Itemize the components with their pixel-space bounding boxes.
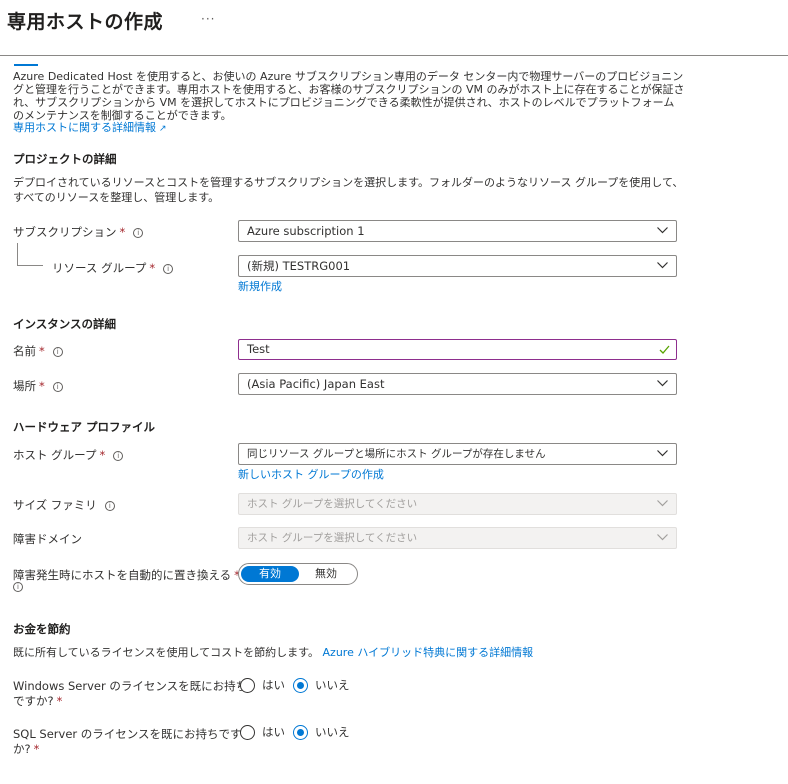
location-value: (Asia Pacific) Japan East [247, 377, 385, 391]
required-marker: * [33, 742, 40, 756]
info-icon: i [52, 347, 63, 357]
required-marker: * [56, 694, 63, 708]
tree-connector [17, 265, 43, 266]
save-money-description: 既に所有しているライセンスを使用してコストを節約します。 Azure ハイブリッ… [13, 646, 534, 659]
size-family-placeholder: ホスト グループを選択してください [247, 498, 418, 510]
subscription-value: Azure subscription 1 [247, 224, 365, 238]
project-details-description: デプロイされているリソースとコストを管理するサブスクリプションを選択します。フォ… [13, 176, 684, 204]
header-divider [0, 55, 788, 56]
external-link-icon: ↗ [159, 124, 167, 134]
required-marker: * [99, 448, 106, 462]
size-family-label: サイズ ファミリ i [13, 497, 115, 513]
windows-license-no-radio[interactable]: いいえ [293, 678, 353, 694]
toggle-disabled-option[interactable]: 無効 [297, 566, 355, 582]
chevron-down-icon [657, 262, 668, 269]
auto-replace-toggle[interactable]: 有効 無効 [238, 563, 358, 585]
create-host-group-link[interactable]: 新しいホスト グループの作成 [238, 466, 384, 482]
create-new-resource-group-link[interactable]: 新規作成 [238, 278, 282, 294]
location-dropdown[interactable]: (Asia Pacific) Japan East [238, 373, 677, 395]
fault-domain-placeholder: ホスト グループを選択してください [247, 532, 418, 544]
page-title: 専用ホストの作成 [7, 11, 164, 33]
info-icon: i [52, 382, 63, 392]
auto-replace-label: 障害発生時にホストを自動的に置き換える * [13, 568, 240, 582]
info-icon: i [133, 228, 144, 238]
sql-license-label: SQL Server のライセンスを既にお持ちです か? * [13, 727, 242, 756]
toggle-enabled-option[interactable]: 有効 [241, 566, 299, 582]
save-money-title: お金を節約 [13, 622, 71, 636]
info-icon: i [104, 501, 115, 511]
tree-connector [17, 243, 18, 265]
name-input[interactable]: Test [238, 339, 677, 360]
required-marker: * [149, 261, 156, 275]
radio-circle [240, 725, 255, 740]
name-label: 名前 * i [13, 343, 63, 359]
chevron-down-icon [657, 500, 668, 507]
required-marker: * [39, 344, 45, 358]
radio-circle-checked [293, 678, 308, 693]
radio-circle [240, 678, 255, 693]
fault-domain-label: 障害ドメイン [13, 532, 82, 546]
hybrid-benefit-link[interactable]: Azure ハイブリッド特典に関する詳細情報 [323, 646, 534, 659]
host-group-value: 同じリソース グループと場所にホスト グループが存在しません [247, 448, 546, 460]
info-icon: i [13, 582, 23, 592]
resource-group-dropdown[interactable]: (新規) TESTRG001 [238, 255, 677, 277]
subscription-dropdown[interactable]: Azure subscription 1 [238, 220, 677, 242]
fault-domain-dropdown: ホスト グループを選択してください [238, 527, 677, 549]
location-label: 場所 * i [13, 378, 63, 394]
required-marker: * [119, 225, 126, 239]
instance-details-title: インスタンスの詳細 [13, 317, 117, 331]
host-group-label: ホスト グループ * i [13, 447, 124, 463]
resource-group-value: (新規) TESTRG001 [247, 259, 351, 273]
required-marker: * [39, 379, 45, 393]
hardware-profile-title: ハードウェア プロファイル [13, 420, 156, 434]
host-group-dropdown[interactable]: 同じリソース グループと場所にホスト グループが存在しません [238, 443, 677, 465]
checkmark-icon [659, 345, 670, 354]
chevron-down-icon [657, 534, 668, 541]
learn-more-link-label: 専用ホストに関する詳細情報 [13, 121, 156, 134]
windows-license-yes-radio[interactable]: はい [240, 678, 288, 694]
learn-more-link[interactable]: 専用ホストに関する詳細情報 ↗ [13, 119, 167, 135]
intro-text: Azure Dedicated Host を使用すると、お使いの Azure サ… [13, 70, 685, 122]
info-icon: i [163, 264, 174, 274]
resource-group-label: リソース グループ * i [52, 260, 174, 276]
chevron-down-icon [657, 227, 668, 234]
size-family-dropdown: ホスト グループを選択してください [238, 493, 677, 515]
subscription-label: サブスクリプション * i [13, 224, 144, 240]
name-input-value: Test [247, 342, 270, 356]
chevron-down-icon [657, 380, 668, 387]
sql-license-no-radio[interactable]: いいえ [293, 725, 353, 741]
active-tab-indicator [14, 64, 38, 66]
project-details-title: プロジェクトの詳細 [13, 152, 117, 166]
more-options-button[interactable]: ··· [201, 12, 215, 26]
sql-license-yes-radio[interactable]: はい [240, 725, 288, 741]
radio-circle-checked [293, 725, 308, 740]
windows-license-label: Windows Server のライセンスを既にお持ち ですか? * [13, 679, 248, 708]
chevron-down-icon [657, 450, 668, 457]
info-icon: i [113, 451, 124, 461]
